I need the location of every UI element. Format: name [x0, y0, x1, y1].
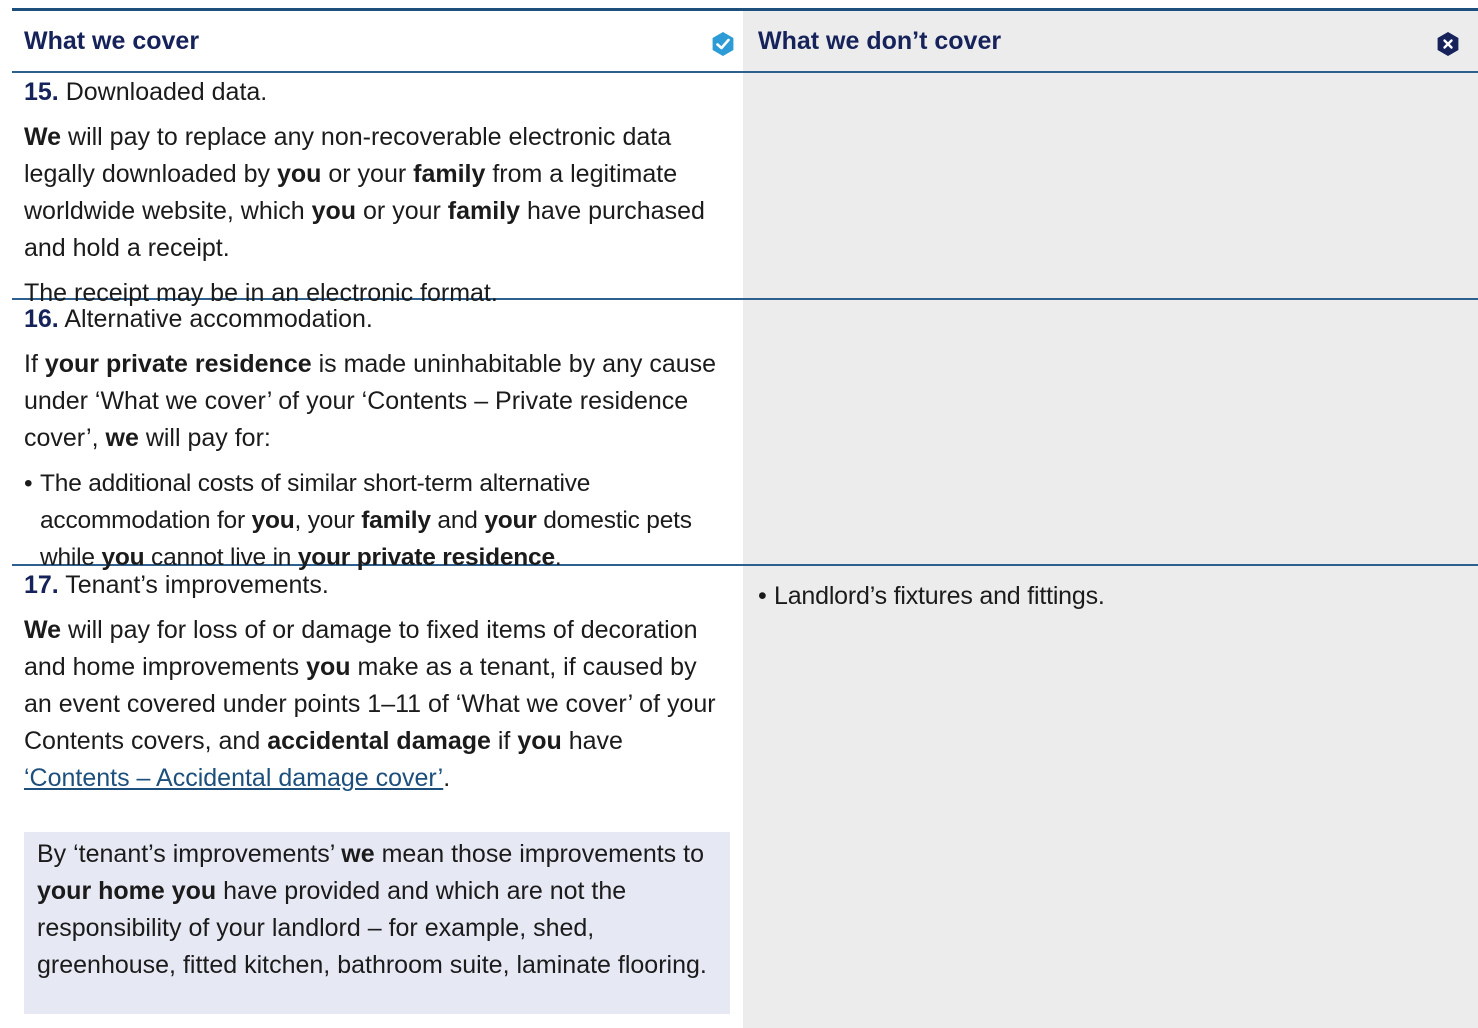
item-number: 17.	[24, 571, 59, 599]
cover-item-15: 15. Downloaded data. We will pay to repl…	[24, 74, 729, 320]
item-title: Alternative accommodation.	[64, 305, 373, 333]
what-we-dont-cover-header: What we don’t cover	[743, 11, 1478, 71]
defined-term: you	[306, 653, 351, 681]
x-badge-icon	[1437, 32, 1459, 56]
defined-term: you	[517, 727, 562, 755]
defined-term: you	[311, 197, 357, 225]
text: have	[561, 727, 623, 755]
item-heading: 16. Alternative accommodation.	[24, 301, 729, 338]
item-description: We will pay to replace any non-recoverab…	[24, 119, 729, 267]
not-covered-column	[743, 11, 1478, 1028]
item-title: Downloaded data.	[65, 78, 268, 106]
table-header: What we cover What we don’t cover	[12, 11, 1478, 71]
accidental-damage-cover-link[interactable]: ‘Contents – Accidental damage cover’	[24, 764, 443, 792]
what-we-cover-title: What we cover	[24, 27, 200, 55]
defined-term: we	[105, 424, 139, 452]
text: if	[490, 727, 518, 755]
defined-term: you	[251, 507, 295, 534]
defined-term: We	[24, 616, 62, 644]
text: will pay for:	[138, 424, 271, 452]
item-number: 16.	[24, 305, 59, 333]
text: , your	[294, 507, 362, 534]
defined-term: family	[361, 507, 431, 534]
text: .	[443, 764, 451, 792]
cover-item-17: 17. Tenant’s improvements. We will pay f…	[24, 567, 729, 805]
item-heading: 17. Tenant’s improvements.	[24, 567, 729, 604]
item-description: We will pay for loss of or damage to fix…	[24, 612, 729, 797]
defined-term: we	[341, 840, 375, 868]
text: and	[430, 507, 485, 534]
text: If	[24, 350, 45, 378]
text: mean those improvements to	[374, 840, 704, 868]
defined-term: accidental damage	[267, 727, 491, 755]
item-title: Tenant’s improvements.	[65, 571, 329, 599]
definition-note: By ‘tenant’s improvements’ we mean those…	[37, 836, 722, 984]
defined-term: your	[484, 507, 537, 534]
defined-term: We	[24, 123, 62, 151]
defined-term: your home you	[37, 877, 217, 905]
text: By ‘tenant’s improvements’	[37, 840, 342, 868]
defined-term: you	[276, 160, 322, 188]
not-covered-item: Landlord’s fixtures and fittings.	[758, 578, 1105, 615]
defined-term: family	[447, 197, 521, 225]
cover-item-16: 16. Alternative accommodation. If your p…	[24, 301, 729, 576]
defined-term: family	[413, 160, 486, 188]
definition-note-box: By ‘tenant’s improvements’ we mean those…	[24, 832, 730, 1014]
defined-term: your private residence	[44, 350, 312, 378]
item-description: If your private residence is made uninha…	[24, 346, 729, 457]
what-we-cover-header: What we cover	[12, 11, 743, 71]
cover-table: What we cover What we don’t cover 15. Do…	[12, 8, 1478, 1028]
text: or your	[356, 197, 448, 225]
text: or your	[321, 160, 414, 188]
what-we-dont-cover-title: What we don’t cover	[758, 27, 1002, 55]
item-heading: 15. Downloaded data.	[24, 74, 729, 111]
item-number: 15.	[24, 78, 59, 106]
bullet-item: The additional costs of similar short-te…	[24, 465, 729, 576]
row-divider	[12, 71, 1478, 73]
check-badge-icon	[712, 32, 734, 56]
